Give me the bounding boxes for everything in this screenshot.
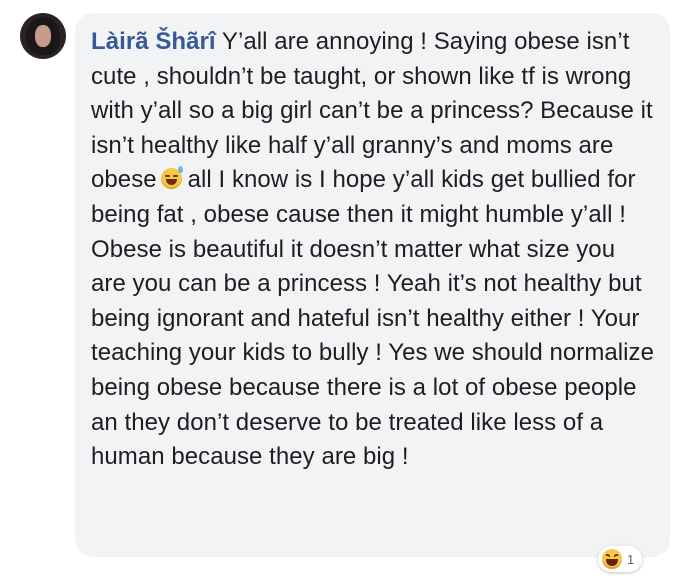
avatar[interactable]: [20, 13, 66, 59]
haha-icon: [602, 549, 622, 569]
reaction-summary[interactable]: 1: [598, 546, 643, 572]
reaction-count: 1: [627, 551, 635, 567]
avatar-face: [35, 25, 51, 47]
comment-text-part-2: all I know is I hope y’all kids get bull…: [91, 166, 654, 471]
author-name-link[interactable]: Làirã Šhãrî: [91, 28, 216, 55]
comment-bubble: Làirã Šhãrî Y’all are annoying ! Saying …: [75, 13, 670, 557]
comment-text: Làirã Šhãrî Y’all are annoying ! Saying …: [91, 25, 656, 475]
sweat-smile-emoji-icon: [160, 166, 183, 190]
